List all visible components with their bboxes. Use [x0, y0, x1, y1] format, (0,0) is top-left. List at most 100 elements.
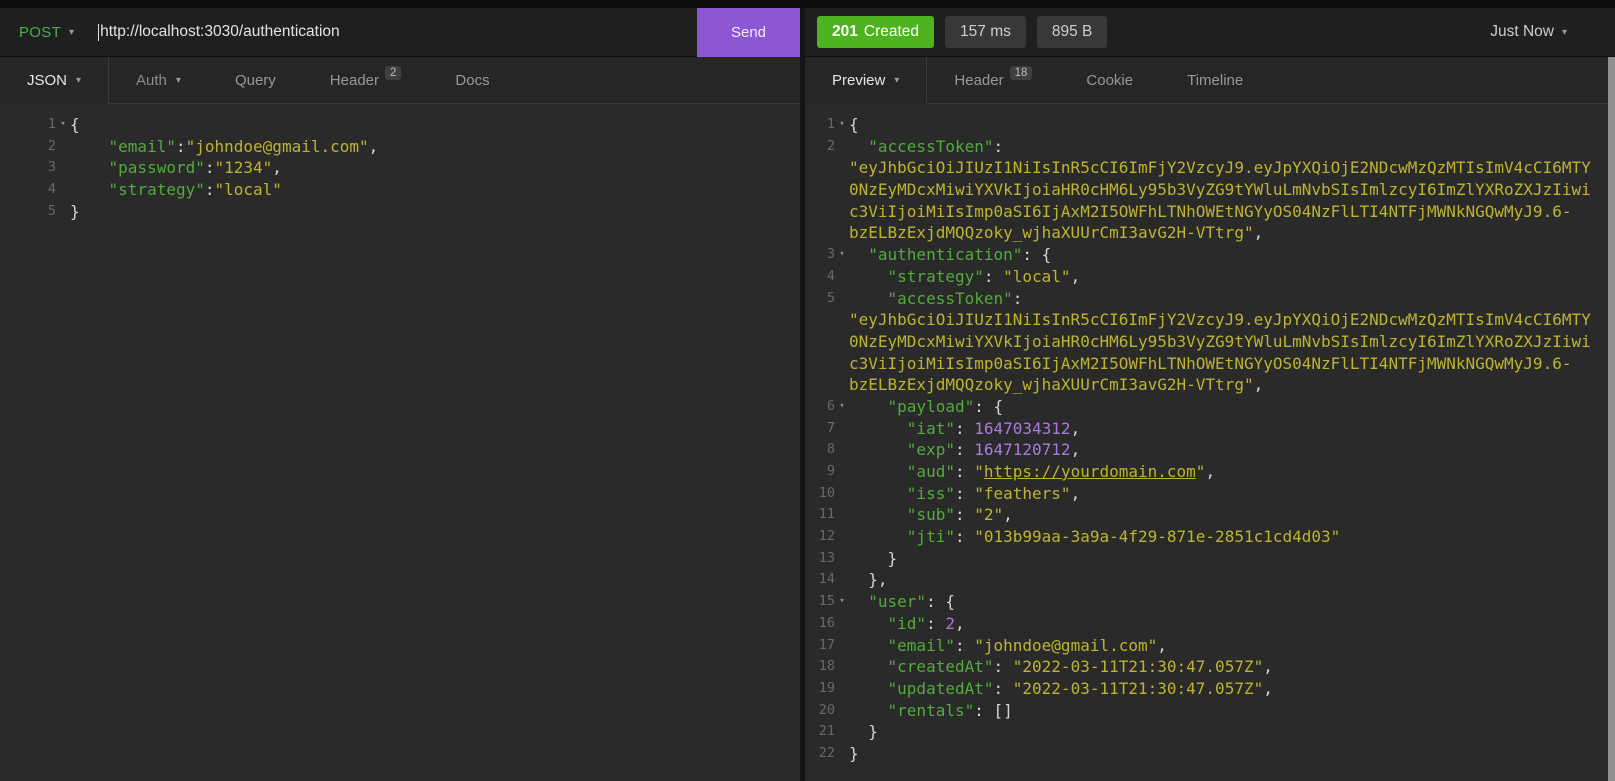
request-header-count-badge: 2	[385, 66, 402, 80]
response-scrollbar[interactable]	[1608, 57, 1615, 781]
code-text: bzELBzExjdMQQzoky_wjhaXUUrCmI3avG2H-VTtr…	[849, 223, 1264, 243]
fold-gutter	[835, 309, 849, 331]
line-number	[805, 157, 835, 179]
tab-auth-label: Auth	[136, 71, 167, 89]
fold-gutter	[835, 569, 849, 591]
fold-gutter	[835, 331, 849, 353]
fold-gutter	[835, 439, 849, 461]
code-line: bzELBzExjdMQQzoky_wjhaXUUrCmI3avG2H-VTtr…	[805, 222, 1615, 244]
tab-timeline[interactable]: Timeline	[1160, 57, 1270, 103]
response-tabs-rest: Header 18 Cookie Timeline	[927, 57, 1615, 104]
response-header-count-badge: 18	[1009, 66, 1033, 80]
line-number: 4	[47, 181, 56, 198]
code-line: 13 }	[805, 548, 1615, 570]
tab-preview[interactable]: Preview ▾	[805, 57, 926, 104]
response-meta-bar: 201 Created 157 ms 895 B Just Now ▾	[805, 8, 1615, 57]
line-number: 22	[818, 744, 835, 761]
line-number: 1	[47, 116, 56, 132]
code-text: c3ViIjoiMiIsImp0aSI6IjAxM2I5OWFhLTNhOWEt…	[849, 201, 1572, 221]
code-line: 8 "exp": 1647120712,	[805, 439, 1615, 461]
tab-response-header[interactable]: Header 18	[927, 57, 1059, 103]
code-text: "accessToken":	[868, 136, 1004, 156]
fold-gutter	[835, 504, 849, 526]
response-history-dropdown[interactable]: Just Now ▾	[1490, 23, 1567, 41]
code-line: 0NzEyMDcxMiwiYXVkIjoiaHR0cHM6Ly95b3VyZG9…	[805, 179, 1615, 201]
code-text: "strategy":"local"	[108, 180, 282, 200]
tab-body-json[interactable]: JSON ▾	[0, 57, 108, 104]
tab-cookie[interactable]: Cookie	[1059, 57, 1160, 103]
line-number	[805, 374, 835, 396]
insomnia-app: POST ▾ Send JSON ▾ Auth ▾	[0, 0, 1615, 781]
line-number: 12	[818, 528, 835, 545]
code-line: 4 "strategy": "local",	[805, 266, 1615, 288]
code-text: "user": {	[868, 592, 955, 612]
code-line: 10 "iss": "feathers",	[805, 483, 1615, 505]
request-tab-bar: JSON ▾ Auth ▾ Query Header 2 Docs	[0, 57, 800, 104]
code-line: 3 ▾ "authentication": {	[805, 244, 1615, 266]
code-line: c3ViIjoiMiIsImp0aSI6IjAxM2I5OWFhLTNhOWEt…	[805, 353, 1615, 375]
tab-auth[interactable]: Auth ▾	[109, 57, 208, 103]
code-line: 1 ▾{	[0, 114, 800, 136]
fold-gutter	[835, 179, 849, 201]
tab-docs[interactable]: Docs	[428, 57, 516, 103]
tab-query[interactable]: Query	[208, 57, 303, 103]
code-line: 12 "jti": "013b99aa-3a9a-4f29-871e-2851c…	[805, 526, 1615, 548]
code-text: "sub": "2",	[906, 505, 1013, 525]
request-pane: POST ▾ Send JSON ▾ Auth ▾	[0, 7, 800, 781]
code-text: "password":"1234",	[108, 158, 282, 178]
tab-request-header-label: Header	[329, 71, 379, 89]
code-line: 3 "password":"1234",	[0, 157, 800, 179]
method-label: POST	[19, 23, 62, 41]
chevron-down-icon: ▾	[894, 75, 900, 86]
code-text: "jti": "013b99aa-3a9a-4f29-871e-2851c1cd…	[906, 527, 1341, 547]
code-text: "updatedAt": "2022-03-11T21:30:47.057Z",	[887, 678, 1273, 698]
fold-open-icon[interactable]: ▾	[56, 114, 70, 136]
fold-gutter	[835, 461, 849, 483]
code-line: 9 "aud": "https://yourdomain.com",	[805, 461, 1615, 483]
fold-gutter	[835, 483, 849, 505]
code-line: 5 "accessToken":	[805, 288, 1615, 310]
code-text: "exp": 1647120712,	[906, 440, 1081, 460]
line-number: 21	[818, 723, 835, 740]
line-number	[805, 201, 835, 223]
method-dropdown[interactable]: POST ▾	[0, 24, 88, 41]
request-body-editor[interactable]: 1 ▾{2 "email":"johndoe@gmail.com", 3 "pass…	[0, 104, 800, 781]
fold-gutter	[56, 136, 70, 158]
fold-gutter	[835, 613, 849, 635]
code-line: 11 "sub": "2",	[805, 504, 1615, 526]
tab-request-header[interactable]: Header 2	[303, 57, 429, 103]
code-text: "email": "johndoe@gmail.com",	[887, 635, 1167, 655]
line-number: 11	[818, 506, 835, 523]
code-text: }	[849, 548, 898, 568]
fold-open-icon[interactable]: ▾	[835, 396, 849, 418]
line-number	[805, 331, 835, 353]
code-text: 0NzEyMDcxMiwiYXVkIjoiaHR0cHM6Ly95b3VyZG9…	[849, 180, 1591, 200]
code-line: 20 "rentals": []	[805, 700, 1615, 722]
code-text: },	[849, 570, 888, 590]
fold-open-icon[interactable]: ▾	[835, 591, 849, 613]
status-reason: Created	[863, 23, 920, 40]
code-text: "payload": {	[887, 396, 1004, 416]
send-button[interactable]: Send	[697, 7, 800, 57]
fold-open-icon[interactable]: ▾	[835, 114, 849, 136]
code-line: bzELBzExjdMQQzoky_wjhaXUUrCmI3avG2H-VTtr…	[805, 374, 1615, 396]
fold-gutter	[835, 136, 849, 158]
fold-gutter	[56, 201, 70, 223]
tab-body-json-label: JSON	[27, 72, 68, 89]
fold-open-icon[interactable]: ▾	[835, 244, 849, 266]
code-text: "id": 2,	[887, 613, 965, 633]
fold-gutter	[56, 179, 70, 201]
line-number	[805, 179, 835, 201]
fold-gutter	[835, 548, 849, 570]
chevron-down-icon: ▾	[69, 26, 75, 38]
url-input[interactable]	[99, 23, 697, 41]
line-number: 9	[826, 463, 835, 479]
line-number: 2	[826, 137, 835, 154]
code-line: 4 "strategy":"local"	[0, 179, 800, 201]
code-text: "strategy": "local",	[887, 266, 1081, 286]
line-number: 10	[818, 484, 835, 501]
tab-docs-label: Docs	[455, 71, 490, 89]
line-number: 19	[818, 679, 835, 696]
code-text: "iss": "feathers",	[906, 483, 1081, 503]
status-code: 201	[832, 23, 858, 40]
